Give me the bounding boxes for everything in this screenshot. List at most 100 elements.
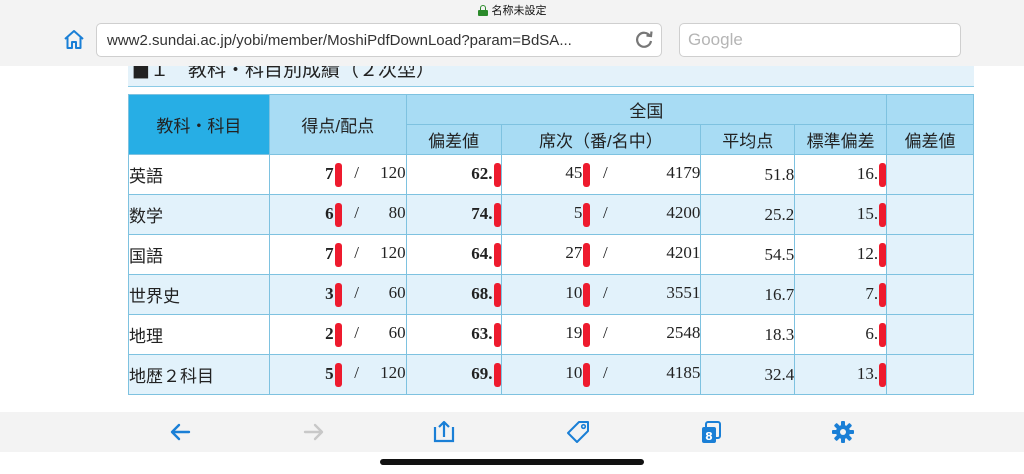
bottom-toolbar: 8: [0, 412, 1024, 452]
redaction-mark: [583, 162, 591, 187]
table-row: 国語 7/120 64. 27/4201 54.5 12.: [128, 234, 974, 275]
back-button[interactable]: [168, 419, 194, 445]
redaction-mark: [493, 282, 501, 307]
forward-button[interactable]: [300, 419, 326, 445]
rank-cell: 27/4201: [500, 234, 702, 275]
std-dev-cell: 16.: [794, 154, 888, 195]
subject-cell: 数学: [128, 194, 270, 235]
std-dev-cell: 15.: [794, 194, 888, 235]
header-average: 平均点: [700, 124, 796, 155]
score-cell: 5/120: [268, 354, 407, 395]
average-cell: 51.8: [700, 154, 796, 195]
score-table: 教科・科目 得点/配点 全国 偏差値 席次（番/名中） 平均点 標準偏差 偏差値…: [128, 94, 974, 395]
average-cell: 25.2: [700, 194, 796, 235]
svg-text:8: 8: [705, 430, 713, 443]
redaction-mark: [879, 322, 887, 347]
score-cell: 6/80: [268, 194, 407, 235]
empty-cell: [886, 154, 974, 195]
redaction-mark: [334, 202, 342, 227]
settings-button[interactable]: [830, 419, 856, 445]
hensachi-cell: 63.: [405, 314, 502, 355]
forward-icon: [303, 423, 324, 441]
redaction-mark: [493, 362, 501, 387]
header-subject: 教科・科目: [128, 94, 270, 155]
subject-cell: 世界史: [128, 274, 270, 315]
average-cell: 18.3: [700, 314, 796, 355]
lock-icon: [477, 4, 488, 16]
table-row: 地歴２科目 5/120 69. 10/4185 32.4 13.: [128, 354, 974, 395]
redaction-mark: [334, 322, 342, 347]
url-field[interactable]: www2.sundai.ac.jp/yobi/member/MoshiPdfDo…: [96, 23, 662, 57]
share-button[interactable]: [431, 419, 457, 445]
rank-cell: 45/4179: [500, 154, 702, 195]
back-icon: [170, 423, 191, 441]
header-national: 全国: [405, 94, 888, 125]
home-indicator-bar[interactable]: [380, 459, 644, 465]
status-bar: 名称未設定: [0, 0, 1024, 20]
std-dev-cell: 7.: [794, 274, 888, 315]
rank-cell: 10/3551: [500, 274, 702, 315]
redaction-mark: [583, 362, 591, 387]
redaction-mark: [334, 242, 342, 267]
tabs-icon: 8: [702, 421, 721, 443]
std-dev-cell: 6.: [794, 314, 888, 355]
home-button[interactable]: [62, 28, 86, 52]
search-placeholder: Google: [688, 30, 743, 49]
hensachi-cell: 74.: [405, 194, 502, 235]
hensachi-cell: 64.: [405, 234, 502, 275]
rank-cell: 5/4200: [500, 194, 702, 235]
page-label: 名称未設定: [491, 5, 547, 17]
header-hensachi: 偏差値: [405, 124, 502, 155]
redaction-mark: [879, 362, 887, 387]
redaction-mark: [334, 282, 342, 307]
header-score: 得点/配点: [268, 94, 407, 155]
tabs-button[interactable]: 8: [699, 419, 725, 445]
score-cell: 3/60: [268, 274, 407, 315]
home-icon: [64, 30, 84, 49]
redaction-mark: [583, 282, 591, 307]
hensachi-cell: 68.: [405, 274, 502, 315]
redaction-mark: [493, 202, 501, 227]
redaction-mark: [879, 162, 887, 187]
bookmark-tag-button[interactable]: [565, 419, 591, 445]
redaction-mark: [493, 242, 501, 267]
share-icon: [433, 420, 455, 443]
table-row: 英語 7/120 62. 45/4179 51.8 16.: [128, 154, 974, 195]
redaction-mark: [583, 202, 591, 227]
average-cell: 16.7: [700, 274, 796, 315]
reload-button[interactable]: [627, 24, 661, 56]
reload-icon: [636, 31, 653, 48]
section-title: ■１ 教科・科目別成績（２次型）: [132, 66, 435, 81]
average-cell: 32.4: [700, 354, 796, 395]
search-input[interactable]: Google: [679, 23, 961, 57]
table-row: 地理 2/60 63. 19/2548 18.3 6.: [128, 314, 974, 355]
empty-cell: [886, 354, 974, 395]
subject-cell: 英語: [128, 154, 270, 195]
home-indicator: [0, 452, 1024, 474]
redaction-mark: [334, 362, 342, 387]
redaction-mark: [334, 162, 342, 187]
empty-cell: [886, 314, 974, 355]
score-cell: 2/60: [268, 314, 407, 355]
table-row: 世界史 3/60 68. 10/3551 16.7 7.: [128, 274, 974, 315]
gear-icon: [832, 421, 854, 443]
score-cell: 7/120: [268, 234, 407, 275]
section-header: ■１ 教科・科目別成績（２次型）: [128, 66, 974, 87]
subject-cell: 地理: [128, 314, 270, 355]
rank-cell: 19/2548: [500, 314, 702, 355]
header-std-dev: 標準偏差: [794, 124, 888, 155]
redaction-mark: [583, 242, 591, 267]
average-cell: 54.5: [700, 234, 796, 275]
redaction-mark: [879, 202, 887, 227]
hensachi-cell: 62.: [405, 154, 502, 195]
browser-toolbar: www2.sundai.ac.jp/yobi/member/MoshiPdfDo…: [0, 20, 1024, 66]
redaction-mark: [493, 322, 501, 347]
subject-cell: 地歴２科目: [128, 354, 270, 395]
empty-cell: [886, 274, 974, 315]
header-extra: [886, 94, 974, 125]
std-dev-cell: 13.: [794, 354, 888, 395]
empty-cell: [886, 234, 974, 275]
url-text: www2.sundai.ac.jp/yobi/member/MoshiPdfDo…: [107, 31, 572, 49]
table-row: 数学 6/80 74. 5/4200 25.2 15.: [128, 194, 974, 235]
header-hensachi-2: 偏差値: [886, 124, 974, 155]
